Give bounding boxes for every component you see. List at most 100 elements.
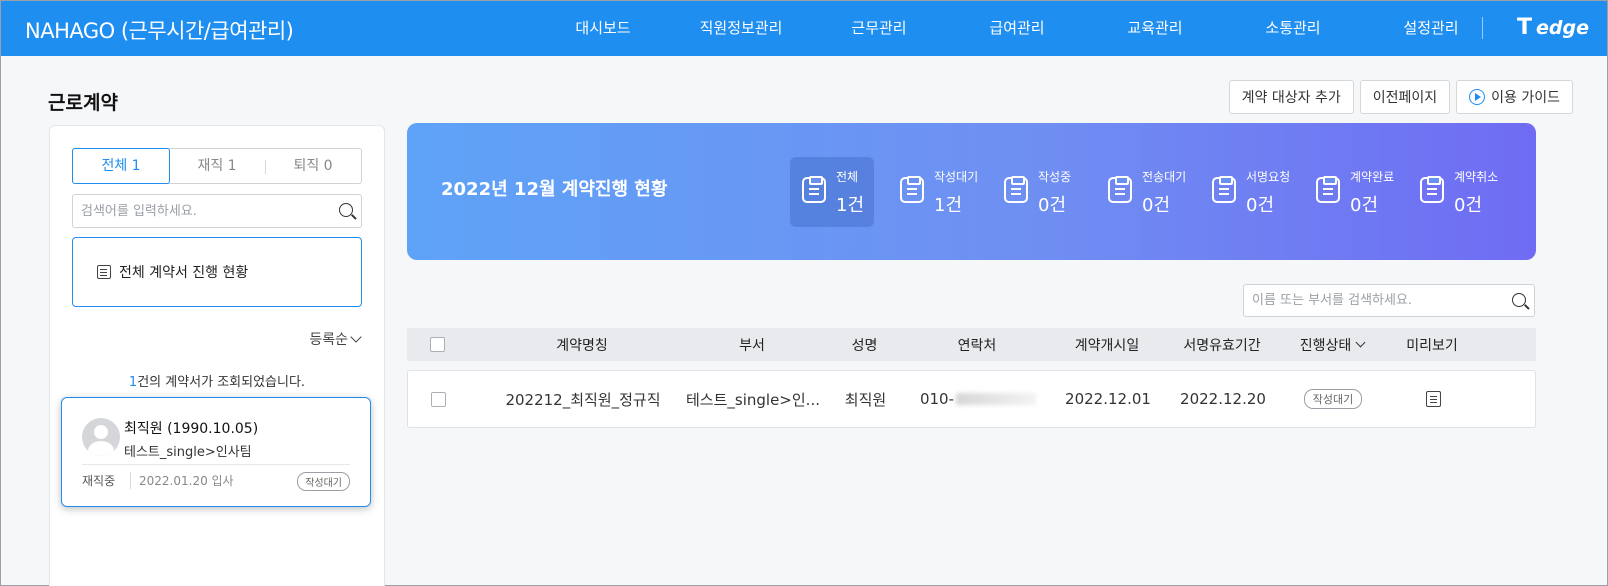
brand-title[interactable]: NAHAGO (근무시간/급여관리) bbox=[25, 15, 294, 45]
nav-communication[interactable]: 소통관리 bbox=[1224, 1, 1362, 56]
employee-search-input[interactable] bbox=[73, 195, 361, 227]
top-navigation-bar: NAHAGO (근무시간/급여관리) 대시보드 직원정보관리 근무관리 급여관리… bbox=[1, 1, 1607, 56]
status-badge: 작성대기 bbox=[297, 472, 350, 491]
nav-dashboard[interactable]: 대시보드 bbox=[534, 1, 672, 56]
chevron-down-icon bbox=[350, 331, 362, 343]
result-count: 1건의 계약서가 조회되었습니다. bbox=[50, 371, 384, 390]
stat-label: 작성대기 bbox=[934, 170, 979, 184]
stat-drafting[interactable]: 작성중 0건 bbox=[992, 157, 1096, 227]
sort-dropdown[interactable]: 등록순 bbox=[309, 329, 362, 349]
contract-search-box bbox=[1243, 284, 1535, 317]
stat-all[interactable]: 전체 1건 bbox=[790, 157, 874, 227]
search-icon[interactable] bbox=[1512, 293, 1526, 307]
clipboard-icon bbox=[1108, 176, 1132, 203]
document-preview-icon[interactable] bbox=[1425, 391, 1441, 407]
stat-signature-requested[interactable]: 서명요청 0건 bbox=[1200, 157, 1304, 227]
cell-signature-validity: 2022.12.20 bbox=[1180, 390, 1266, 408]
stat-value: 0건 bbox=[1038, 195, 1067, 216]
stat-label: 작성중 bbox=[1038, 170, 1072, 184]
page-title: 근로계약 bbox=[48, 92, 118, 114]
stat-label: 계약완료 bbox=[1350, 170, 1395, 184]
usage-guide-button[interactable]: 이용 가이드 bbox=[1456, 80, 1573, 114]
chevron-down-icon bbox=[1355, 337, 1366, 348]
stat-value: 1건 bbox=[934, 195, 963, 216]
status-badge: 작성대기 bbox=[1303, 389, 1363, 409]
cell-status: 작성대기 bbox=[1283, 371, 1383, 427]
previous-page-label: 이전페이지 bbox=[1372, 90, 1438, 106]
stat-value: 0건 bbox=[1454, 195, 1483, 216]
previous-page-button[interactable]: 이전페이지 bbox=[1359, 80, 1451, 114]
nav-education[interactable]: 교육관리 bbox=[1086, 1, 1224, 56]
th-status-label: 진행상태 bbox=[1299, 337, 1352, 354]
employee-name: 최직원 (1990.10.05) bbox=[124, 421, 259, 437]
cell-phone: 010- bbox=[908, 371, 1048, 427]
phone-prefix: 010- bbox=[919, 390, 955, 408]
th-name: 성명 bbox=[851, 337, 878, 354]
stat-label: 서명요청 bbox=[1246, 170, 1291, 184]
logo-text: edge bbox=[1536, 16, 1589, 39]
employee-card[interactable]: 최직원 (1990.10.05) 테스트_single>인사팀 재직중 2022… bbox=[61, 397, 371, 507]
sort-label: 등록순 bbox=[309, 332, 348, 348]
cell-name: 최직원 bbox=[844, 390, 887, 409]
tab-employed[interactable]: 재직 1 bbox=[169, 149, 265, 183]
nav-payroll[interactable]: 급여관리 bbox=[948, 1, 1086, 56]
select-all-checkbox[interactable] bbox=[429, 337, 445, 352]
main-nav: 대시보드 직원정보관리 근무관리 급여관리 교육관리 소통관리 설정관리 bbox=[534, 1, 1500, 56]
stat-label: 전체 bbox=[836, 170, 859, 184]
all-contract-status-button[interactable]: 전체 계약서 진행 현황 bbox=[72, 237, 362, 307]
cell-contract-start: 2022.12.01 bbox=[1065, 390, 1151, 408]
table-row[interactable]: 202212_최직원_정규직 테스트_single>인... 최직원 010- … bbox=[407, 370, 1536, 428]
play-icon bbox=[1469, 89, 1486, 105]
tedge-logo[interactable]: T edge bbox=[1517, 15, 1589, 40]
clipboard-icon bbox=[1212, 176, 1236, 203]
th-contract-start: 계약개시일 bbox=[1074, 337, 1140, 354]
stat-awaiting-send[interactable]: 전송대기 0건 bbox=[1096, 157, 1200, 227]
clipboard-icon bbox=[1004, 176, 1028, 203]
cell-contract-name: 202212_최직원_정규직 bbox=[505, 390, 661, 409]
nav-employee-info[interactable]: 직원정보관리 bbox=[672, 1, 810, 56]
cell-dept: 테스트_single>인... bbox=[686, 390, 820, 409]
stat-cancelled[interactable]: 계약취소 0건 bbox=[1408, 157, 1512, 227]
nav-divider bbox=[1482, 17, 1483, 39]
avatar bbox=[82, 418, 120, 456]
contract-search-input[interactable] bbox=[1244, 285, 1534, 316]
clipboard-icon bbox=[900, 176, 924, 203]
card-divider bbox=[82, 464, 350, 465]
result-count-text: 건의 계약서가 조회되었습니다. bbox=[137, 375, 306, 390]
clipboard-icon bbox=[1420, 176, 1444, 203]
stat-label: 계약취소 bbox=[1454, 170, 1499, 184]
stat-awaiting-draft[interactable]: 작성대기 1건 bbox=[888, 157, 992, 227]
select-all-cell bbox=[427, 328, 447, 361]
th-status-dropdown[interactable]: 진행상태 bbox=[1282, 328, 1382, 361]
employee-list-panel: 전체 1 재직 1 퇴직 0 전체 계약서 진행 현황 등록순 1건의 계약서가… bbox=[49, 125, 385, 586]
all-contract-status-label: 전체 계약서 진행 현황 bbox=[119, 265, 249, 281]
add-contract-target-button[interactable]: 계약 대상자 추가 bbox=[1228, 80, 1354, 114]
search-icon[interactable] bbox=[339, 203, 353, 217]
stat-label: 전송대기 bbox=[1142, 170, 1187, 184]
employment-status: 재직중 bbox=[82, 474, 116, 488]
clipboard-icon bbox=[1316, 176, 1340, 203]
row-checkbox[interactable] bbox=[430, 391, 446, 407]
employee-search-box bbox=[72, 194, 362, 228]
add-contract-target-label: 계약 대상자 추가 bbox=[1241, 90, 1341, 106]
contract-progress-banner: 2022년 12월 계약진행 현황 전체 1건 작성대기 1건 작성중 0건 전… bbox=[407, 123, 1536, 260]
phone-redacted bbox=[956, 393, 1037, 405]
employment-filter-tabs: 전체 1 재직 1 퇴직 0 bbox=[72, 148, 362, 184]
result-count-number: 1 bbox=[128, 375, 138, 390]
tab-retired[interactable]: 퇴직 0 bbox=[265, 149, 361, 183]
tab-all[interactable]: 전체 1 bbox=[72, 148, 170, 184]
stat-completed[interactable]: 계약완료 0건 bbox=[1304, 157, 1408, 227]
clipboard-icon bbox=[802, 176, 826, 203]
cell-preview bbox=[1388, 371, 1478, 427]
th-preview: 미리보기 bbox=[1406, 337, 1458, 354]
document-icon bbox=[97, 265, 111, 279]
progress-stats: 전체 1건 작성대기 1건 작성중 0건 전송대기 0건 서명요청 0건 계약완… bbox=[790, 157, 1512, 227]
th-contract-name: 계약명칭 bbox=[556, 337, 608, 354]
table-header: 계약명칭 부서 성명 연락처 계약개시일 서명유효기간 진행상태 미리보기 bbox=[407, 328, 1536, 361]
stat-value: 1건 bbox=[836, 195, 865, 216]
nav-settings[interactable]: 설정관리 bbox=[1362, 1, 1500, 56]
nav-attendance[interactable]: 근무관리 bbox=[810, 1, 948, 56]
join-date: 2022.01.20 입사 bbox=[130, 472, 234, 489]
employee-dept: 테스트_single>인사팀 bbox=[124, 445, 252, 460]
th-dept: 부서 bbox=[739, 337, 765, 354]
